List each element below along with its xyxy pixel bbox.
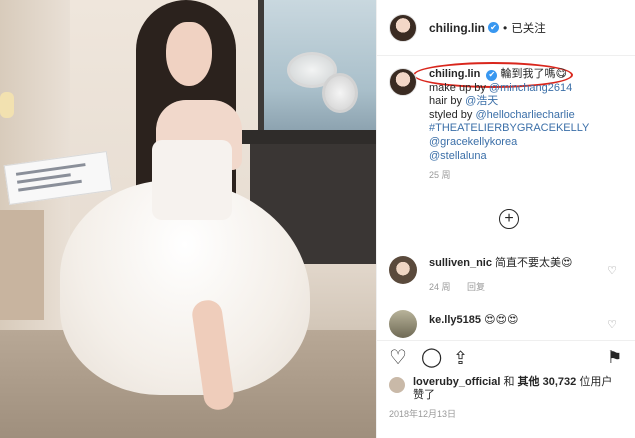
header-separator: •	[503, 20, 508, 35]
photo-mirror-small	[322, 73, 358, 113]
follow-status-button[interactable]: 已关注	[511, 20, 546, 36]
commenter-avatar[interactable]	[389, 256, 417, 284]
likes-summary: loveruby_official 和 其他 30,732 位用户 赞了	[389, 376, 629, 402]
comment-like-heart-icon[interactable]: ♡	[607, 318, 617, 331]
caption-timestamp[interactable]: 25 周	[429, 169, 589, 183]
mention-link[interactable]: @stellaluna	[429, 150, 487, 162]
photo-face	[166, 22, 212, 86]
photo-chair	[0, 210, 44, 320]
caption-title: 輪到我了嗎😋	[500, 68, 567, 80]
post-photo[interactable]	[0, 0, 376, 438]
author-username[interactable]: chiling.lin	[429, 21, 485, 35]
photo-lamp	[0, 92, 14, 118]
post-header: chiling.lin ✔ • 已关注	[377, 0, 635, 56]
comment-text: 简直不要太美😍	[495, 257, 573, 269]
caption-avatar[interactable]	[389, 68, 417, 96]
author-avatar[interactable]	[389, 13, 417, 42]
likes-connector: 和	[500, 376, 518, 388]
post-actions: ♡ ◯ ⇪ ⚑	[389, 347, 624, 371]
likes-others-label[interactable]: 其他	[518, 376, 543, 388]
photo-desk	[230, 130, 376, 144]
verified-badge-icon: ✔	[486, 69, 498, 81]
share-icon[interactable]: ⇪	[453, 347, 468, 369]
photo-dress-top	[152, 140, 232, 220]
mention-link[interactable]: @minchang2614	[489, 82, 572, 94]
caption: chiling.lin ✔ 輪到我了嗎😋 make up by @minchan…	[389, 68, 629, 183]
caption-styled-label: styled by	[429, 108, 476, 121]
mention-link[interactable]: @gracekellykorea	[429, 136, 517, 148]
caption-username[interactable]: chiling.lin	[429, 68, 480, 80]
load-more-comments-icon[interactable]: +	[499, 209, 519, 229]
post-sidebar: chiling.lin ✔ • 已关注 chiling.lin ✔ 輪到我了嗎😋…	[376, 0, 635, 438]
likes-line2: 赞了	[413, 389, 435, 401]
comment-bubble-icon[interactable]: ◯	[421, 347, 442, 369]
comment-text: 😍😍😍	[484, 314, 519, 326]
commenter-avatar[interactable]	[389, 310, 417, 338]
post-date[interactable]: 2018年12月13日	[389, 407, 456, 420]
comment-item: ke.lly5185 😍😍😍 ♡	[389, 310, 629, 338]
mention-link[interactable]: @浩天	[465, 95, 498, 107]
comment-time[interactable]: 24 周	[429, 282, 451, 292]
mention-link[interactable]: @hellocharliecharlie	[475, 109, 574, 121]
actions-divider	[377, 340, 635, 341]
hashtag-link[interactable]: #THEATELIERBYGRACEKELLY	[429, 122, 589, 134]
like-heart-icon[interactable]: ♡	[389, 347, 407, 369]
comment-item: sulliven_nic 简直不要太美😍 24 周 回复 ♡	[389, 256, 629, 294]
verified-badge-icon: ✔	[488, 22, 499, 33]
paper-line	[15, 163, 86, 176]
reply-button[interactable]: 回复	[467, 282, 485, 292]
caption-hair-label: hair by	[429, 95, 466, 108]
caption-makeup-label: make up by	[429, 81, 489, 94]
liker-avatar[interactable]	[389, 377, 405, 393]
likes-count[interactable]: 30,732	[543, 376, 577, 388]
bookmark-icon[interactable]: ⚑	[607, 347, 622, 369]
commenter-username[interactable]: sulliven_nic	[429, 257, 492, 269]
caption-text: chiling.lin ✔ 輪到我了嗎😋 make up by @minchan…	[429, 68, 589, 183]
likes-suffix: 位用户	[576, 376, 613, 388]
commenter-username[interactable]: ke.lly5185	[429, 314, 481, 326]
liker-username[interactable]: loveruby_official	[413, 376, 500, 388]
comment-like-heart-icon[interactable]: ♡	[607, 264, 617, 277]
